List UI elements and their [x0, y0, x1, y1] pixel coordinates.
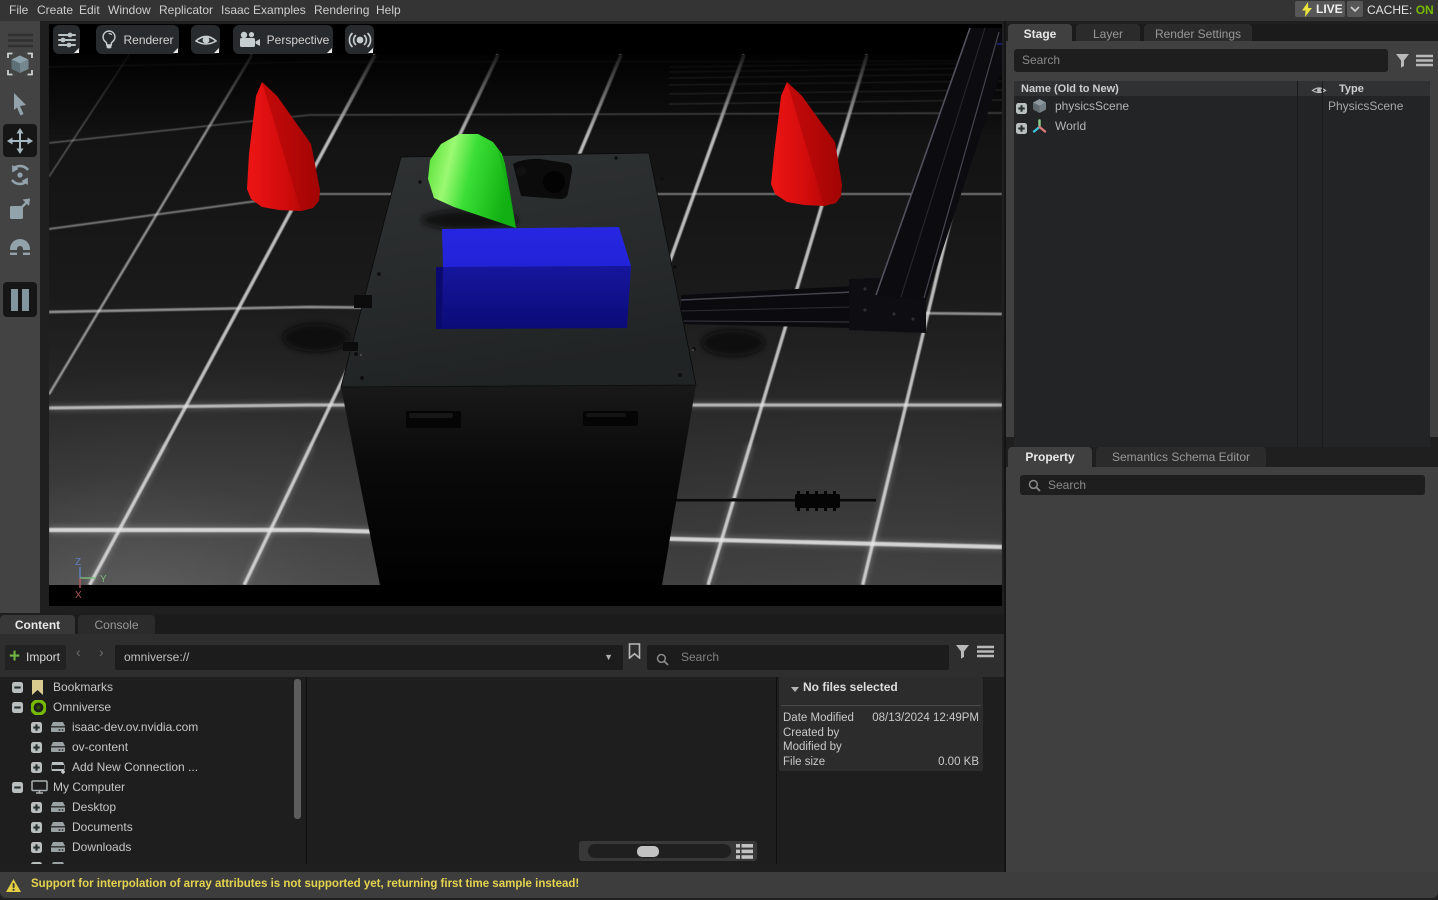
svg-text:Y: Y: [100, 574, 107, 585]
svg-text:X: X: [75, 590, 82, 601]
svg-text:Z: Z: [75, 557, 81, 568]
